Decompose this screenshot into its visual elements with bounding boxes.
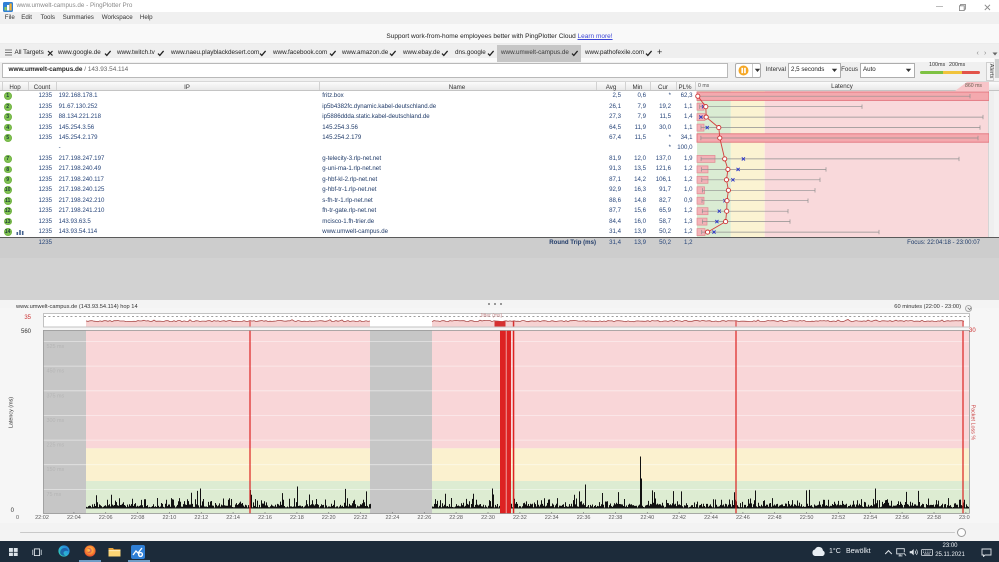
svg-text:150 ms: 150 ms [47, 467, 65, 473]
svg-text:525 ms: 525 ms [47, 344, 65, 350]
svg-text:225 ms: 225 ms [47, 443, 65, 449]
svg-text:75 ms: 75 ms [47, 492, 62, 498]
svg-text:300 ms: 300 ms [47, 418, 65, 424]
svg-text:450 ms: 450 ms [47, 369, 65, 375]
svg-text:375 ms: 375 ms [47, 393, 65, 399]
